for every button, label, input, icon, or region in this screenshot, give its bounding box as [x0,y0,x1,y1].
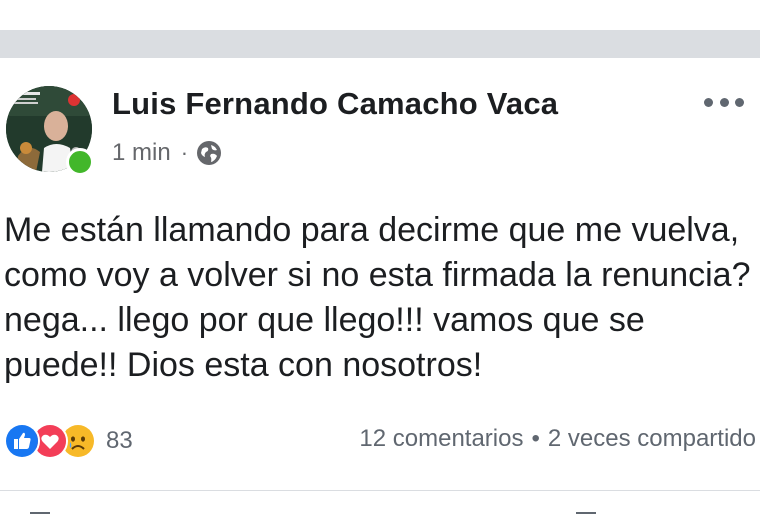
comments-count[interactable]: 12 comentarios [359,425,523,453]
share-action-partial[interactable] [576,512,596,520]
post-timestamp[interactable]: 1 min [112,139,171,167]
globe-icon[interactable] [196,140,222,166]
more-dot [704,97,713,107]
more-options-icon[interactable] [704,96,744,108]
facebook-post-screenshot: Luis Fernando Camacho Vaca 1 min · Me es… [0,0,760,520]
shares-count[interactable]: 2 veces compartido [548,425,756,453]
post-meta: 1 min · [112,138,222,168]
more-dot [719,97,729,107]
stats-separator: • [531,425,540,452]
engagement-stats: 12 comentarios • 2 veces compartido [359,425,756,453]
meta-separator: · [180,140,189,165]
reactions-summary[interactable]: 83 [4,423,133,459]
online-status-indicator [66,148,94,176]
like-reaction-icon [4,423,40,459]
more-dot [735,97,744,107]
author-name[interactable]: Luis Fernando Camacho Vaca [112,86,558,122]
post-body-text: Me están llamando para decirme que me vu… [4,211,751,384]
like-action-partial[interactable] [30,512,50,520]
reaction-count[interactable]: 83 [106,427,133,455]
actions-divider [0,490,760,491]
feed-separator [0,30,760,58]
